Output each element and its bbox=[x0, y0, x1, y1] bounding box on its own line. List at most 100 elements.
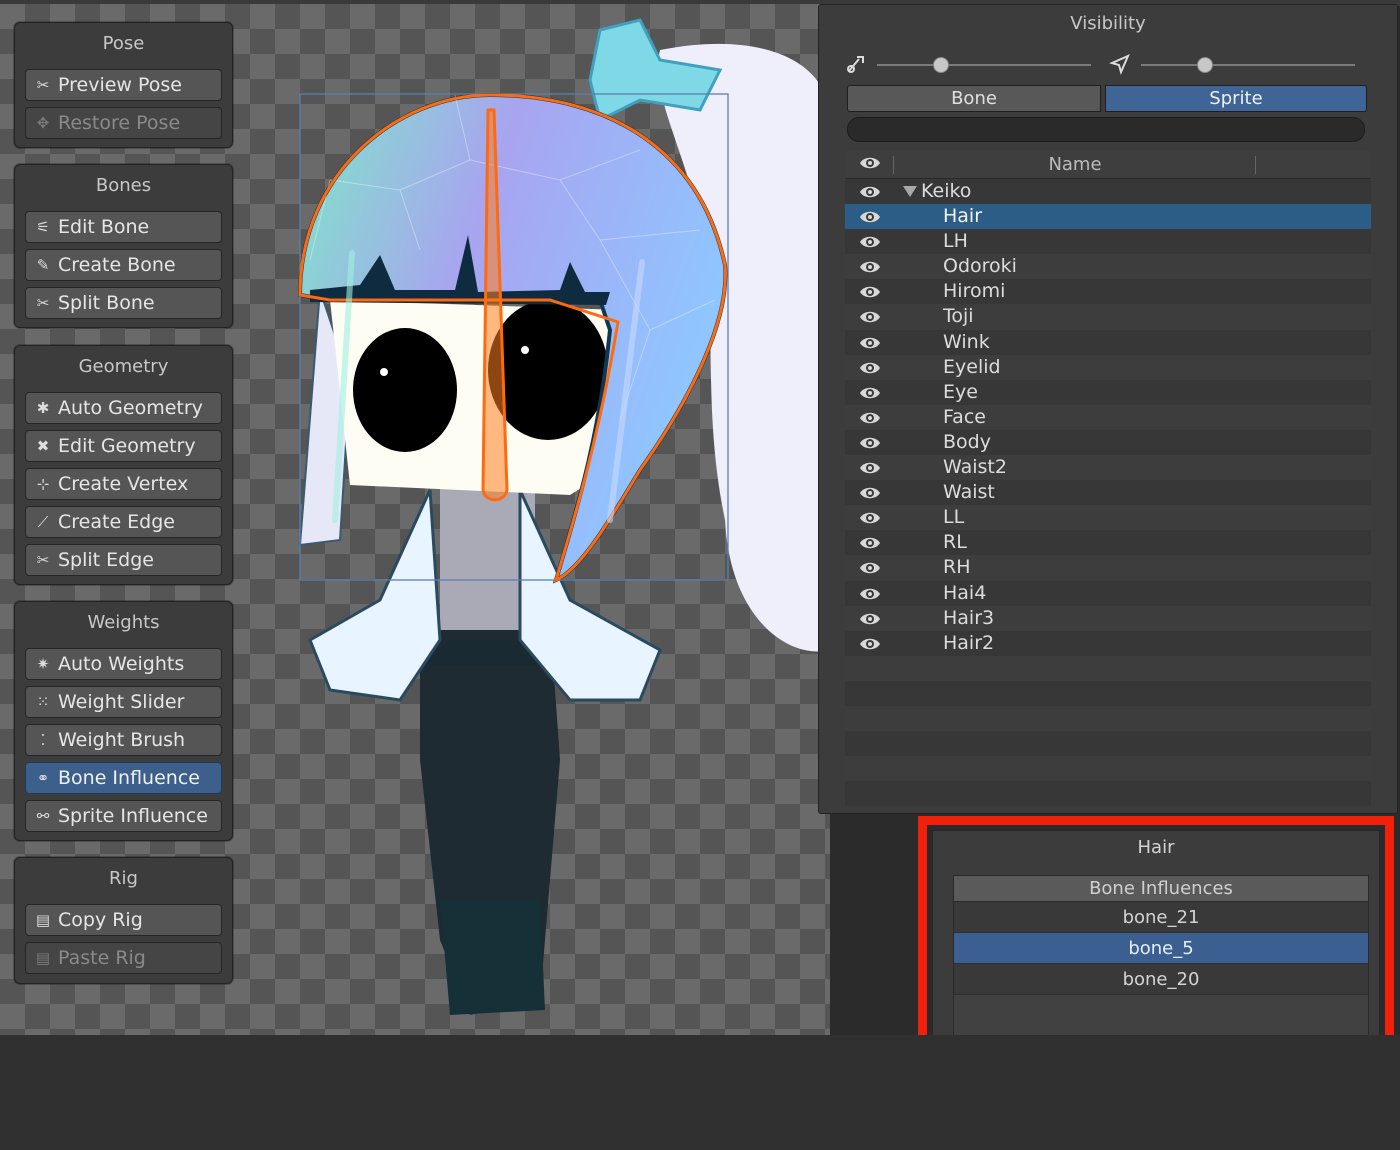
name-column-header: Name bbox=[1048, 154, 1102, 175]
eye-icon[interactable] bbox=[859, 308, 881, 330]
weight-slider-button[interactable]: ⁙ Weight Slider bbox=[25, 686, 222, 718]
restore-pose-icon: ✥ bbox=[36, 114, 50, 132]
eye-icon[interactable] bbox=[859, 359, 881, 381]
create-edge-icon: ⟋ bbox=[37, 513, 49, 531]
create-edge-button[interactable]: ⟋ Create Edge bbox=[25, 506, 222, 538]
tab-sprite[interactable]: Sprite bbox=[1105, 85, 1367, 112]
bone-opacity-slider[interactable] bbox=[845, 53, 1093, 77]
tree-row-label: Toji bbox=[943, 305, 974, 328]
bones-panel: Bones ⚟ Edit Bone ✎ Create Bone ✂ Split Bon… bbox=[14, 164, 233, 328]
eye-icon[interactable] bbox=[859, 534, 881, 556]
tree-row[interactable]: Waist2 bbox=[845, 455, 1371, 481]
eye-icon[interactable] bbox=[859, 183, 881, 205]
sprite-opacity-slider[interactable] bbox=[1109, 53, 1357, 77]
tree-row-label: Waist bbox=[943, 481, 995, 504]
empty-row bbox=[845, 655, 1371, 681]
tree-row-label: LH bbox=[943, 230, 968, 253]
tree-row[interactable]: Face bbox=[845, 404, 1371, 431]
preview-pose-button[interactable]: ✂ Preview Pose bbox=[25, 69, 222, 101]
eye-icon[interactable] bbox=[859, 233, 881, 255]
eye-icon[interactable] bbox=[859, 208, 881, 230]
tree-row[interactable]: Waist bbox=[845, 480, 1371, 506]
eye-icon[interactable] bbox=[859, 283, 881, 305]
expand-triangle-icon[interactable] bbox=[903, 186, 917, 197]
eye-icon[interactable] bbox=[859, 409, 881, 431]
empty-row bbox=[845, 705, 1371, 732]
visibility-panel: Visibility Bone Sprite 🔍︎ Name KeikoHair… bbox=[818, 4, 1398, 814]
split-edge-button[interactable]: ✂ Split Edge bbox=[25, 544, 222, 576]
eye-icon[interactable] bbox=[859, 459, 881, 481]
tree-row-label: Face bbox=[943, 405, 986, 428]
tree-row[interactable]: Hair3 bbox=[845, 605, 1371, 632]
tree-row-label: Hair3 bbox=[943, 606, 995, 629]
tree-row-label: Waist2 bbox=[943, 456, 1007, 479]
tree-row[interactable]: LL bbox=[845, 505, 1371, 531]
eye-icon[interactable] bbox=[859, 334, 881, 356]
tree-row[interactable]: RL bbox=[845, 530, 1371, 556]
tree-row[interactable]: Hair bbox=[845, 204, 1371, 230]
split-bone-button[interactable]: ✂ Split Bone bbox=[25, 287, 222, 319]
sprite-influence-button[interactable]: ⚯ Sprite Influence bbox=[25, 800, 222, 832]
edit-geometry-button[interactable]: ✖ Edit Geometry bbox=[25, 430, 222, 462]
tree-row[interactable]: Eye bbox=[845, 379, 1371, 406]
weight-brush-button[interactable]: ⁚ Weight Brush bbox=[25, 724, 222, 756]
tree-header: Name bbox=[845, 151, 1371, 179]
tree-row[interactable]: Hiromi bbox=[845, 279, 1371, 305]
weights-panel: Weights ✷ Auto Weights ⁙ Weight Slider ⁚ We… bbox=[14, 601, 233, 841]
tree-row[interactable]: Eyelid bbox=[845, 354, 1371, 381]
bone-influence-button[interactable]: ⚭ Bone Influence bbox=[25, 762, 222, 794]
paste-rig-button[interactable]: ▤ Paste Rig bbox=[25, 942, 222, 974]
tree-row-label: Keiko bbox=[921, 180, 972, 202]
bone-influence-header: Bone Influences bbox=[954, 876, 1368, 902]
eye-icon[interactable] bbox=[859, 585, 881, 607]
create-bone-button[interactable]: ✎ Create Bone bbox=[25, 249, 222, 281]
tree-row[interactable]: Body bbox=[845, 429, 1371, 456]
eye-icon[interactable] bbox=[859, 509, 881, 531]
auto-weights-button[interactable]: ✷ Auto Weights bbox=[25, 648, 222, 680]
bones-panel-title: Bones bbox=[95, 175, 152, 196]
tree-row[interactable]: Hair2 bbox=[845, 630, 1371, 657]
eye-icon[interactable] bbox=[859, 434, 881, 456]
eye-icon[interactable] bbox=[859, 484, 881, 506]
sprite-opacity-knob[interactable] bbox=[1197, 57, 1214, 73]
eye-icon[interactable] bbox=[859, 610, 881, 632]
edit-bone-icon: ⚟ bbox=[36, 218, 50, 236]
empty-row bbox=[845, 680, 1371, 706]
tree-rows: Keiko Hair LH Odoroki Hiromi Toji Wink Eyelid Ey… bbox=[845, 179, 1371, 807]
tree-row[interactable]: Hai4 bbox=[845, 580, 1371, 607]
bone-opacity-knob[interactable] bbox=[933, 57, 950, 73]
bone-influence-item[interactable]: bone_21 bbox=[954, 902, 1368, 933]
tree-row-label: Wink bbox=[943, 330, 990, 353]
tree-row[interactable]: Wink bbox=[845, 329, 1371, 356]
tree-row-label: Body bbox=[943, 430, 991, 453]
empty-row bbox=[845, 781, 1371, 807]
tree-row-root[interactable]: Keiko bbox=[845, 179, 1371, 205]
eye-icon[interactable] bbox=[859, 559, 881, 581]
tree-row[interactable]: Toji bbox=[845, 304, 1371, 330]
sprite-opacity-track[interactable] bbox=[1141, 64, 1355, 66]
tree-row-label: LL bbox=[943, 506, 965, 529]
tab-bone[interactable]: Bone bbox=[847, 85, 1101, 112]
bone-influence-icon: ⚭ bbox=[36, 769, 50, 787]
bone-influence-item[interactable]: bone_5 bbox=[954, 933, 1368, 964]
tree-row[interactable]: Odoroki bbox=[845, 254, 1371, 280]
preview-pose-icon: ✂ bbox=[36, 76, 50, 94]
tree-row-label: Hair bbox=[943, 205, 983, 228]
tree-row[interactable]: RH bbox=[845, 555, 1371, 581]
bone-visibility-icon bbox=[845, 53, 867, 75]
auto-geometry-button[interactable]: ✱ Auto Geometry bbox=[25, 392, 222, 424]
bone-opacity-track[interactable] bbox=[877, 64, 1091, 66]
eye-icon[interactable] bbox=[859, 384, 881, 406]
pose-panel-title: Pose bbox=[102, 33, 145, 54]
tree-row[interactable]: LH bbox=[845, 229, 1371, 255]
restore-pose-button[interactable]: ✥ Restore Pose bbox=[25, 107, 222, 139]
eye-icon[interactable] bbox=[859, 635, 881, 657]
weights-panel-title: Weights bbox=[87, 612, 160, 633]
bone-influence-item[interactable]: bone_20 bbox=[954, 964, 1368, 995]
eye-icon[interactable] bbox=[859, 258, 881, 280]
sprite-visibility-icon bbox=[1109, 53, 1131, 75]
edit-bone-button[interactable]: ⚟ Edit Bone bbox=[25, 211, 222, 243]
create-vertex-button[interactable]: ⊹ Create Vertex bbox=[25, 468, 222, 500]
search-input[interactable] bbox=[847, 117, 1365, 142]
copy-rig-button[interactable]: ▤ Copy Rig bbox=[25, 904, 222, 936]
